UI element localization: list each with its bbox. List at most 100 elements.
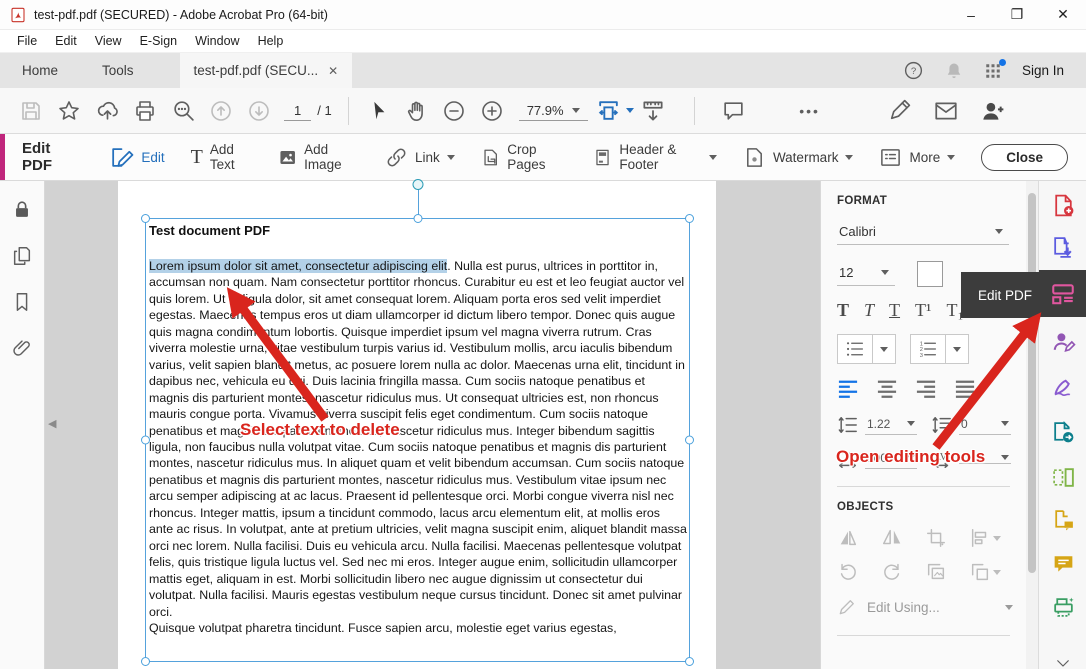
- organize-pages-icon[interactable]: [1039, 455, 1086, 499]
- send-for-review-icon[interactable]: [1039, 410, 1086, 454]
- export-pdf-icon[interactable]: [1039, 225, 1086, 269]
- save-icon[interactable]: [12, 94, 50, 128]
- bookmarks-icon[interactable]: [11, 291, 33, 313]
- add-user-icon[interactable]: [973, 94, 1011, 128]
- selected-text-highlight[interactable]: Lorem ipsum dolor sit amet, consectetur …: [149, 259, 447, 273]
- edit-using-button[interactable]: Edit Using...: [837, 597, 1013, 617]
- menu-esign[interactable]: E-Sign: [131, 31, 187, 51]
- resize-handle-nw[interactable]: [141, 214, 150, 223]
- fit-width-icon[interactable]: [596, 94, 634, 128]
- collapse-panel-arrow-icon[interactable]: ◀: [48, 417, 56, 430]
- header-footer-button[interactable]: Header & Footer: [593, 142, 717, 172]
- tab-document[interactable]: test-pdf.pdf (SECU... ✕: [180, 53, 353, 88]
- print-icon[interactable]: [126, 94, 164, 128]
- resize-handle-n[interactable]: [413, 214, 422, 223]
- request-signatures-icon[interactable]: [1039, 320, 1086, 364]
- fill-sign-pen-icon[interactable]: [881, 94, 919, 128]
- resize-handle-sw[interactable]: [141, 657, 150, 666]
- chevron-down-icon: [881, 270, 889, 275]
- zoom-level-select[interactable]: 77.9%: [519, 101, 588, 121]
- rotation-handle[interactable]: [412, 179, 423, 190]
- resize-handle-se[interactable]: [685, 657, 694, 666]
- apps-grid-icon[interactable]: [984, 62, 1002, 80]
- align-left-button[interactable]: [837, 379, 859, 399]
- flip-vertical-icon[interactable]: [837, 527, 881, 549]
- align-justify-button[interactable]: [954, 379, 976, 399]
- panel-scrollbar[interactable]: [1026, 181, 1038, 669]
- zoom-out-icon[interactable]: [435, 94, 473, 128]
- notifications-bell-icon[interactable]: [944, 61, 964, 81]
- sign-in-button[interactable]: Sign In: [1022, 63, 1064, 78]
- align-center-button[interactable]: [876, 379, 898, 399]
- zoom-in-icon[interactable]: [473, 94, 511, 128]
- font-size-select[interactable]: 12: [837, 262, 895, 286]
- align-right-button[interactable]: [915, 379, 937, 399]
- bulleted-list-dropdown[interactable]: [872, 335, 895, 363]
- line-spacing-select[interactable]: 1.22: [865, 416, 917, 435]
- help-icon[interactable]: ?: [903, 60, 924, 81]
- crop-object-icon[interactable]: [925, 527, 969, 549]
- next-page-icon[interactable]: [240, 94, 278, 128]
- rail-expand-chevron-icon[interactable]: [1039, 641, 1086, 669]
- comment-icon[interactable]: [715, 94, 753, 128]
- attachments-paperclip-icon[interactable]: [11, 337, 33, 359]
- close-window-button[interactable]: ✕: [1040, 0, 1086, 30]
- menu-help[interactable]: Help: [249, 31, 293, 51]
- rotate-clockwise-icon[interactable]: [881, 561, 925, 583]
- align-objects-icon[interactable]: [969, 527, 1013, 549]
- send-email-icon[interactable]: [927, 94, 965, 128]
- italic-button[interactable]: T: [864, 301, 874, 319]
- hand-tool-icon[interactable]: [397, 94, 435, 128]
- page-number-input[interactable]: 1: [284, 101, 311, 121]
- reading-mode-icon[interactable]: [634, 94, 672, 128]
- crop-pages-button[interactable]: Crop Pages: [481, 142, 567, 172]
- arrange-objects-icon[interactable]: [969, 561, 1013, 583]
- underline-button[interactable]: T: [889, 301, 900, 319]
- more-button[interactable]: More: [879, 146, 955, 169]
- share-upload-icon[interactable]: [88, 94, 126, 128]
- previous-page-icon[interactable]: [202, 94, 240, 128]
- paragraph-spacing-select[interactable]: 0: [959, 416, 1011, 435]
- replace-image-icon[interactable]: [925, 561, 969, 583]
- document-text[interactable]: Test document PDF Lorem ipsum dolor sit …: [149, 223, 687, 657]
- create-pdf-icon[interactable]: [1039, 183, 1086, 227]
- font-family-select[interactable]: Calibri: [837, 221, 1009, 245]
- link-button[interactable]: Link: [385, 146, 455, 169]
- numbered-list-dropdown[interactable]: [945, 335, 968, 363]
- text-selection-box[interactable]: Test document PDF Lorem ipsum dolor sit …: [145, 218, 690, 662]
- more-tools-icon[interactable]: •••: [791, 94, 829, 128]
- menu-window[interactable]: Window: [186, 31, 248, 51]
- add-image-button[interactable]: Add Image: [278, 142, 359, 172]
- scan-ocr-icon[interactable]: [1039, 585, 1086, 629]
- menu-view[interactable]: View: [86, 31, 131, 51]
- flip-horizontal-icon[interactable]: [881, 527, 925, 549]
- bold-button[interactable]: T: [837, 301, 849, 319]
- close-tab-icon[interactable]: ✕: [328, 64, 338, 78]
- star-favorite-icon[interactable]: [50, 94, 88, 128]
- edit-pdf-tool-icon[interactable]: [1039, 270, 1086, 317]
- numbered-list-icon[interactable]: 123: [911, 335, 945, 363]
- security-lock-icon[interactable]: [11, 199, 33, 221]
- page-thumbnails-icon[interactable]: [11, 245, 33, 267]
- combine-files-icon[interactable]: [1039, 498, 1086, 542]
- menu-edit[interactable]: Edit: [46, 31, 86, 51]
- rotate-counterclockwise-icon[interactable]: [837, 561, 881, 583]
- superscript-button[interactable]: T¹: [915, 301, 931, 319]
- tab-home[interactable]: Home: [0, 53, 80, 88]
- maximize-button[interactable]: ❐: [994, 0, 1040, 30]
- scrollbar-thumb[interactable]: [1028, 193, 1036, 573]
- comment-tool-icon[interactable]: [1039, 541, 1086, 585]
- close-edit-pdf-button[interactable]: Close: [981, 144, 1068, 171]
- edit-button[interactable]: Edit: [109, 145, 164, 170]
- font-color-swatch[interactable]: [917, 261, 943, 287]
- menu-file[interactable]: File: [8, 31, 46, 51]
- bulleted-list-icon[interactable]: [838, 335, 872, 363]
- resize-handle-ne[interactable]: [685, 214, 694, 223]
- fill-and-sign-icon[interactable]: [1039, 365, 1086, 409]
- watermark-button[interactable]: Watermark: [743, 146, 854, 169]
- select-tool-icon[interactable]: [359, 94, 397, 128]
- add-text-button[interactable]: T Add Text: [191, 142, 252, 172]
- minimize-button[interactable]: –: [948, 0, 994, 30]
- search-icon[interactable]: [164, 94, 202, 128]
- tab-tools[interactable]: Tools: [80, 53, 156, 88]
